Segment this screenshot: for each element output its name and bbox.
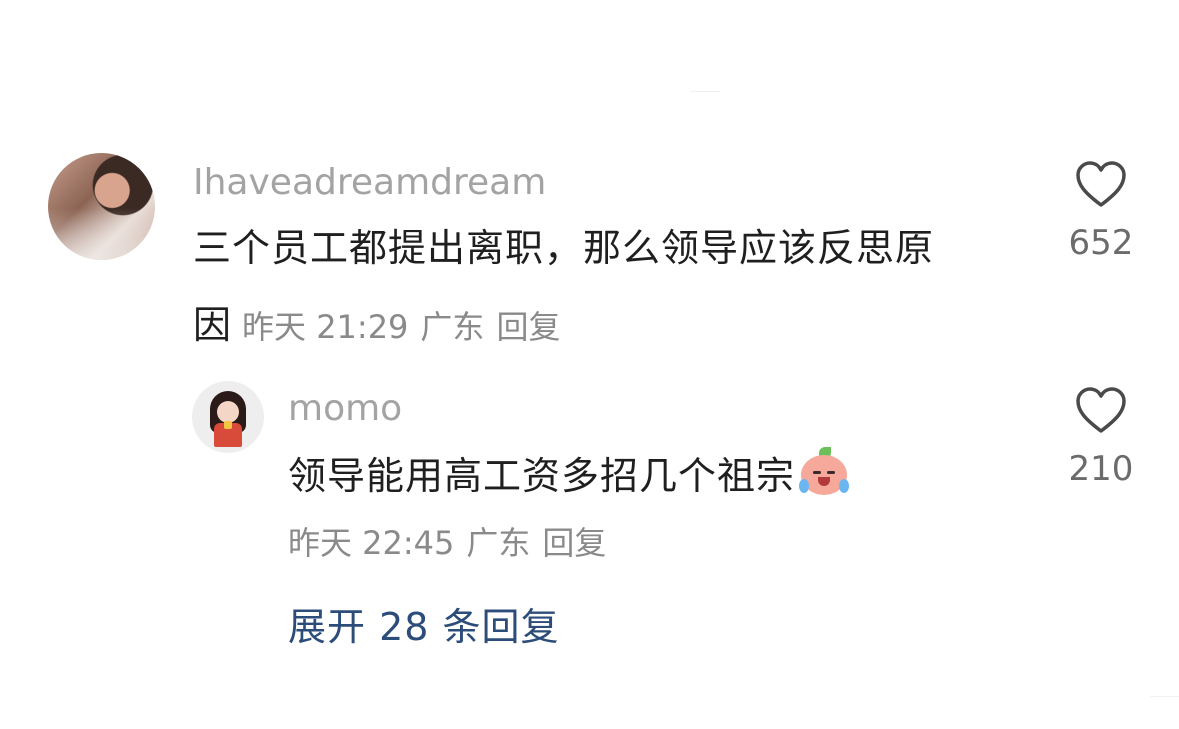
reply-text: 领导能用高工资多招几个祖宗 xyxy=(288,454,796,498)
comment-time: 昨天 21:29 xyxy=(242,308,409,346)
like-button[interactable]: 652 xyxy=(1061,161,1141,263)
comment-item: Ihaveadreamdream 三个员工都提出离职，那么领导应该反思原 因昨天… xyxy=(48,153,1138,353)
comment-text: 三个员工都提出离职，那么领导应该反思原 xyxy=(193,217,1053,279)
comment-section: Ihaveadreamdream 三个员工都提出离职，那么领导应该反思原 因昨天… xyxy=(0,0,1179,729)
avatar[interactable] xyxy=(192,381,264,453)
avatar-photo xyxy=(48,208,155,260)
comment-username[interactable]: Ihaveadreamdream xyxy=(193,161,546,205)
reply-location: 广东 xyxy=(466,524,531,562)
like-count: 210 xyxy=(1068,449,1134,489)
heart-icon xyxy=(1076,161,1126,207)
reply-item: momo 领导能用高工资多招几个祖宗 昨天 22:45 广东 回复 210 xyxy=(192,381,1142,581)
reply-meta: 昨天 22:45 广东 回复 xyxy=(288,523,618,563)
reply-button[interactable]: 回复 xyxy=(542,524,606,562)
comment-text-line2: 因 xyxy=(193,303,233,347)
avatar-bow xyxy=(224,421,232,429)
expand-replies-button[interactable]: 展开 28 条回复 xyxy=(288,604,560,650)
like-count: 652 xyxy=(1068,223,1134,263)
comment-meta: 因昨天 21:29 广东 回复 xyxy=(193,294,572,356)
like-button[interactable]: 210 xyxy=(1061,387,1141,489)
divider xyxy=(690,91,720,92)
avatar-face xyxy=(217,401,239,423)
reply-button[interactable]: 回复 xyxy=(496,308,560,346)
comment-location: 广东 xyxy=(420,308,485,346)
avatar[interactable] xyxy=(48,153,155,260)
crying-laughing-emoji-icon xyxy=(799,447,850,497)
heart-icon xyxy=(1076,387,1126,433)
reply-time: 昨天 22:45 xyxy=(288,524,455,562)
divider xyxy=(1150,696,1179,697)
comment-text-line1: 三个员工都提出离职，那么领导应该反思原 xyxy=(193,226,935,270)
reply-text-row: 领导能用高工资多招几个祖宗 xyxy=(288,445,850,507)
reply-username[interactable]: momo xyxy=(288,387,402,431)
